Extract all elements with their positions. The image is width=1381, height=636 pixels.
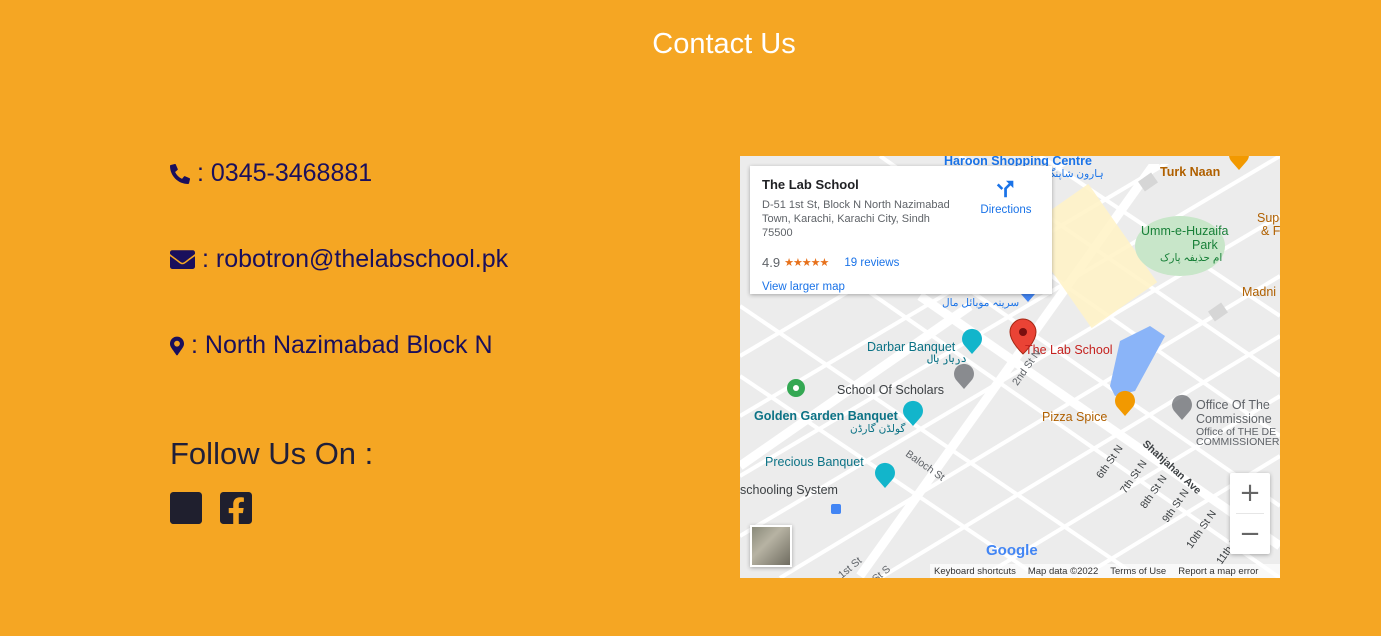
map-label-commissioner: Commissione xyxy=(1196,412,1272,426)
map-label-huzaifa: Umm-e-Huzaifa xyxy=(1141,224,1229,238)
directions-label: Directions xyxy=(980,204,1032,216)
map-label-madni: Madni xyxy=(1242,285,1277,299)
map-label-darbar: Darbar Banquet xyxy=(867,340,956,354)
rating-value: 4.9 xyxy=(762,255,781,270)
map-data-text: Map data ©2022 xyxy=(1027,565,1099,577)
plus-icon: + xyxy=(1239,478,1261,508)
phone-icon xyxy=(170,163,190,184)
place-info-card: The Lab School D-51 1st St, Block N Nort… xyxy=(750,166,1052,294)
directions-button[interactable]: Directions xyxy=(978,178,1034,216)
minus-icon: − xyxy=(1239,519,1261,549)
view-larger-map-link[interactable]: View larger map xyxy=(762,281,845,293)
map-label-golden: Golden Garden Banquet xyxy=(754,409,898,423)
zoom-in-button[interactable]: + xyxy=(1230,473,1270,513)
reviews-link[interactable]: 19 reviews xyxy=(844,257,899,269)
map-label-schooling: schooling System xyxy=(740,483,838,497)
map-label-golden-urdu: گولڈن گارڈن xyxy=(850,423,906,435)
directions-icon xyxy=(996,180,1014,198)
report-error-link[interactable]: Report a map error xyxy=(1178,566,1258,577)
envelope-icon xyxy=(170,249,195,270)
embedded-map[interactable]: Haroon Shopping Centre ہارون شاپنگ Turk … xyxy=(740,156,1280,578)
rating-stars-icon: ★★★★★ xyxy=(784,257,829,269)
map-label-park: Park xyxy=(1192,238,1218,252)
satellite-layer-toggle[interactable] xyxy=(750,525,792,567)
place-name: The Lab School xyxy=(762,177,859,192)
map-label-mobile-urdu: سرینہ موبائل مال xyxy=(942,297,1020,309)
map-label-commissioner-2: COMMISSIONER xyxy=(1196,436,1280,448)
terms-link[interactable]: Terms of Use xyxy=(1110,566,1166,577)
map-label-huzaifa-urdu: ام حذیفہ پارک xyxy=(1160,252,1223,264)
map-label-turk: Turk Naan xyxy=(1160,165,1221,179)
location-text: : North Nazimabad Block N xyxy=(191,331,493,359)
keyboard-shortcuts-link[interactable]: Keyboard shortcuts xyxy=(934,566,1016,577)
google-logo-text: Google xyxy=(986,542,1038,559)
email-row: : robotron@thelabschool.pk xyxy=(170,245,508,274)
phone-row: : 0345-3468881 xyxy=(170,159,372,188)
map-marker-icon xyxy=(170,335,184,357)
email-address: : robotron@thelabschool.pk xyxy=(202,245,509,273)
map-footer: Keyboard shortcuts Map data ©2022 Terms … xyxy=(930,564,1280,578)
location-row: : North Nazimabad Block N xyxy=(170,331,493,360)
facebook-icon[interactable] xyxy=(220,492,252,524)
social-links xyxy=(170,492,252,524)
page-title: Contact Us xyxy=(652,28,796,60)
zoom-out-button[interactable]: − xyxy=(1230,514,1270,554)
zoom-controls: + − xyxy=(1230,473,1270,554)
map-label-pizza: Pizza Spice xyxy=(1042,410,1108,424)
place-address: D-51 1st St, Block N North Nazimabad Tow… xyxy=(762,199,950,239)
map-label-haroon-urdu: ہارون شاپنگ xyxy=(1046,168,1104,180)
phone-number: : 0345-3468881 xyxy=(197,159,373,187)
map-label-darbar-urdu: دربار ہال xyxy=(927,353,967,365)
map-label-fas: & Fas xyxy=(1261,224,1280,238)
follow-heading: Follow Us On : xyxy=(170,436,374,471)
google-logo: Google xyxy=(986,542,1038,559)
instagram-icon[interactable] xyxy=(170,492,202,524)
map-label-scholars: School Of Scholars xyxy=(837,383,944,397)
place-rating: 4.9 ★★★★★ 19 reviews xyxy=(762,255,899,270)
map-label-office: Office Of The xyxy=(1196,398,1270,412)
map-label-precious: Precious Banquet xyxy=(765,455,864,469)
map-label-super: Super xyxy=(1257,211,1280,225)
